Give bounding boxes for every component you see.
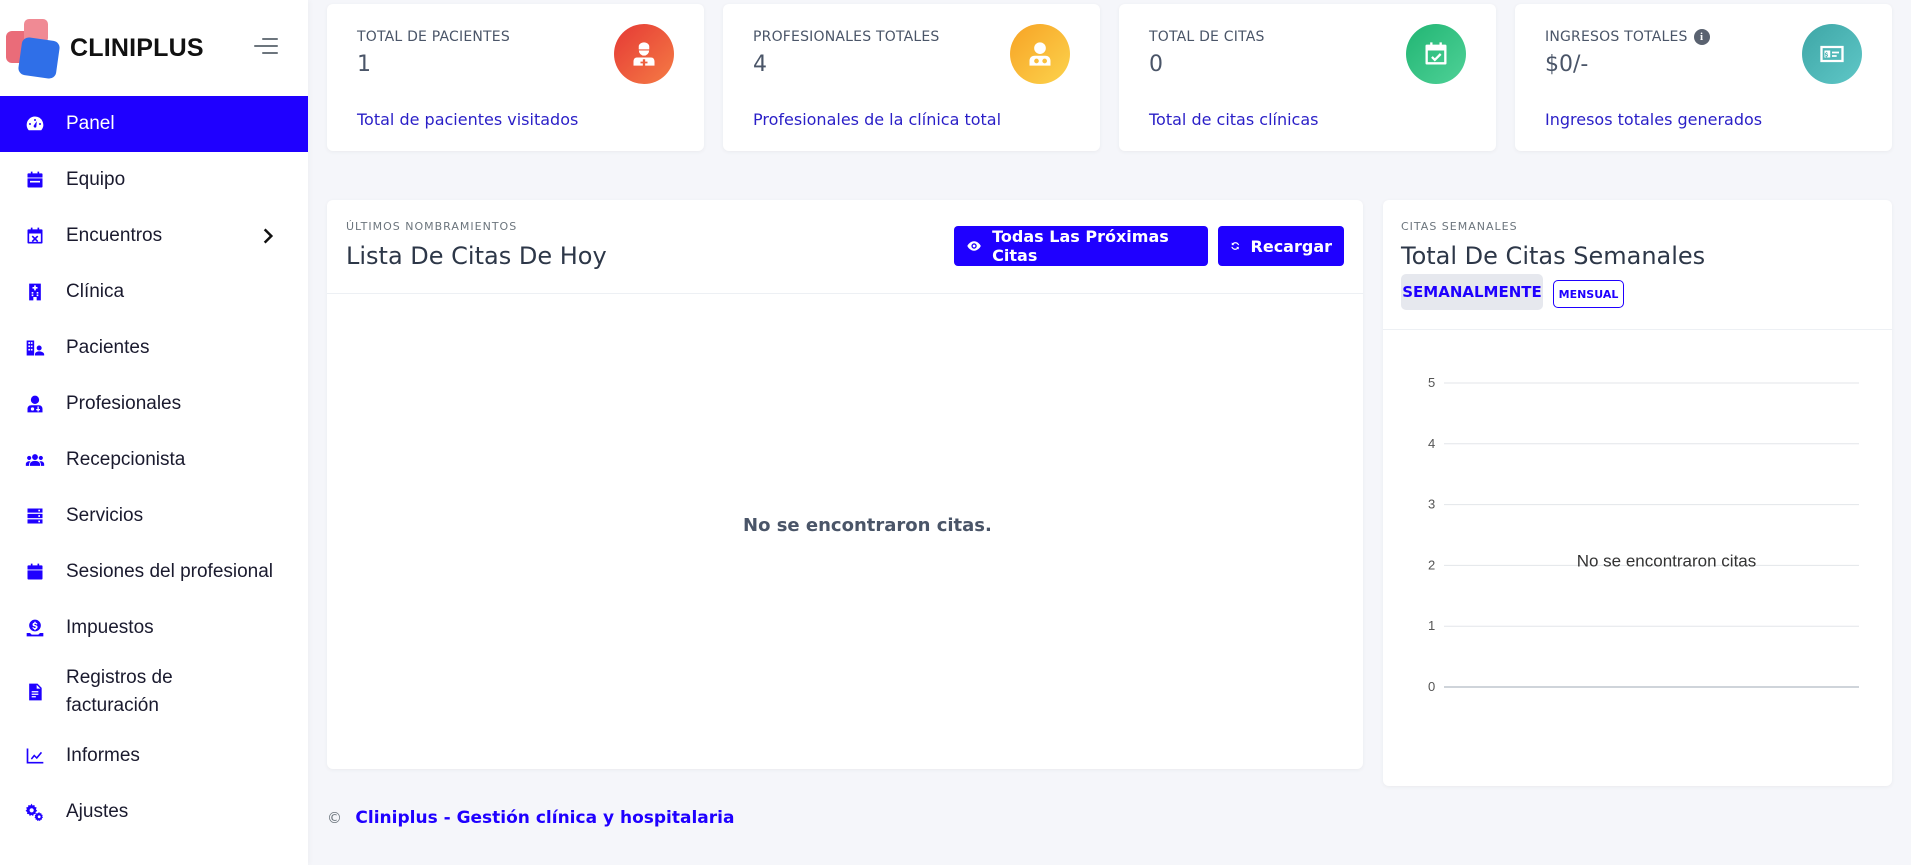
doctor-icon bbox=[1010, 24, 1070, 84]
stat-card-professionals: PROFESIONALES TOTALES 4 Profesionales de… bbox=[723, 4, 1100, 151]
tab-weekly[interactable]: SEMANALMENTE bbox=[1401, 274, 1543, 310]
tax-icon bbox=[24, 617, 46, 639]
panel-title: Total De Citas Semanales bbox=[1401, 242, 1706, 270]
sidebar-item-label: Equipo bbox=[66, 169, 126, 190]
server-icon bbox=[24, 505, 46, 527]
sidebar-item-label: Impuestos bbox=[66, 617, 154, 638]
chart-y-tick-label: 1 bbox=[1428, 618, 1435, 633]
hospital-icon bbox=[24, 281, 46, 303]
stat-card-patients: TOTAL DE PACIENTES 1 Total de pacientes … bbox=[327, 4, 704, 151]
stat-subtitle-link[interactable]: Total de citas clínicas bbox=[1149, 110, 1319, 129]
weekly-appointments-chart: 5 4 3 2 1 0 No se encontraron citas bbox=[1428, 375, 1859, 694]
stat-title-text: INGRESOS TOTALES bbox=[1545, 29, 1688, 45]
sidebar-item-recepcionista[interactable]: Recepcionista bbox=[0, 432, 308, 488]
sidebar-item-label: Profesionales bbox=[66, 393, 182, 414]
all-upcoming-appointments-button[interactable]: Todas Las Próximas Citas bbox=[954, 226, 1208, 266]
brand-logo-icon bbox=[6, 19, 64, 80]
brand: CLINIPLUS bbox=[0, 0, 308, 96]
chart-empty-message: No se encontraron citas bbox=[1577, 551, 1757, 570]
sidebar-item-label: Informes bbox=[66, 745, 140, 766]
footer-link[interactable]: Cliniplus - Gestión clínica y hospitalar… bbox=[355, 808, 734, 828]
stat-title: TOTAL DE CITAS bbox=[1149, 29, 1265, 45]
stat-value: $0/- bbox=[1545, 52, 1589, 77]
stat-card-revenue: INGRESOS TOTALES i $0/- Ingresos totales … bbox=[1515, 4, 1892, 151]
stat-value: 1 bbox=[357, 52, 371, 77]
chart-y-tick-label: 5 bbox=[1428, 375, 1435, 390]
dashboard-icon bbox=[24, 113, 46, 135]
info-icon[interactable]: i bbox=[1693, 29, 1710, 45]
calendar-icon bbox=[24, 169, 46, 191]
chart-line-icon bbox=[24, 745, 46, 767]
button-label: Recargar bbox=[1250, 236, 1332, 256]
patients-icon bbox=[24, 337, 46, 359]
panel-divider bbox=[1383, 329, 1892, 330]
sidebar-item-label: Servicios bbox=[66, 505, 144, 526]
sidebar-item-informes[interactable]: Informes bbox=[0, 728, 308, 784]
panel-eyebrow: ÚLTIMOS NOMBRAMIENTOS bbox=[346, 220, 518, 233]
menu-toggle-icon[interactable] bbox=[254, 38, 278, 56]
empty-appointments-message: No se encontraron citas. bbox=[743, 515, 992, 536]
refresh-icon bbox=[1231, 242, 1240, 250]
stat-title: INGRESOS TOTALES i bbox=[1545, 29, 1710, 45]
invoice-icon bbox=[24, 681, 46, 703]
sidebar-nav: Panel Equipo Encuentros Clínica Paciente… bbox=[0, 96, 308, 840]
sidebar-item-equipo[interactable]: Equipo bbox=[0, 152, 308, 208]
sidebar-item-label: Sesiones del profesional bbox=[66, 561, 274, 582]
users-icon bbox=[24, 449, 46, 471]
stat-subtitle-link[interactable]: Total de pacientes visitados bbox=[357, 110, 578, 129]
chart-y-tick-label: 2 bbox=[1428, 557, 1435, 572]
stat-value: 4 bbox=[753, 52, 767, 77]
sidebar-item-label: Pacientes bbox=[66, 337, 150, 358]
calendar-icon bbox=[24, 561, 46, 583]
reload-button[interactable]: Recargar bbox=[1218, 226, 1344, 266]
sidebar-item-label: Encuentros bbox=[66, 225, 163, 246]
chart-y-tick-label: 0 bbox=[1428, 679, 1435, 694]
stat-subtitle-link[interactable]: Profesionales de la clínica total bbox=[753, 110, 1001, 129]
calendar-x-icon bbox=[24, 225, 46, 247]
copyright-symbol: © bbox=[327, 809, 342, 827]
sidebar-item-label: Panel bbox=[66, 113, 115, 134]
money-icon bbox=[1802, 24, 1862, 84]
sidebar-item-facturacion[interactable]: Registros de facturación bbox=[0, 656, 308, 728]
sidebar-item-impuestos[interactable]: Impuestos bbox=[0, 600, 308, 656]
sidebar-item-label: Recepcionista bbox=[66, 449, 186, 470]
sidebar-item-clinica[interactable]: Clínica bbox=[0, 264, 308, 320]
sidebar-item-pacientes[interactable]: Pacientes bbox=[0, 320, 308, 376]
patient-icon bbox=[614, 24, 674, 84]
panel-eyebrow: CITAS SEMANALES bbox=[1401, 220, 1518, 233]
footer: © Cliniplus - Gestión clínica y hospital… bbox=[327, 808, 734, 828]
panel-title: Lista De Citas De Hoy bbox=[346, 242, 607, 270]
sidebar-item-label: Clínica bbox=[66, 281, 125, 302]
tab-monthly[interactable]: MENSUAL bbox=[1553, 280, 1624, 308]
gears-icon bbox=[24, 801, 46, 823]
stat-title: TOTAL DE PACIENTES bbox=[357, 29, 510, 45]
sidebar-item-label: Registros de facturación bbox=[66, 667, 173, 716]
brand-name: CLINIPLUS bbox=[70, 33, 204, 62]
doctor-icon bbox=[24, 393, 46, 415]
sidebar-item-profesionales[interactable]: Profesionales bbox=[0, 376, 308, 432]
sidebar-item-encuentros[interactable]: Encuentros bbox=[0, 208, 308, 264]
stat-card-appointments: TOTAL DE CITAS 0 Total de citas clínicas bbox=[1119, 4, 1496, 151]
sidebar-item-label: Ajustes bbox=[66, 801, 129, 822]
calendar-check-icon bbox=[1406, 24, 1466, 84]
stat-subtitle-link[interactable]: Ingresos totales generados bbox=[1545, 110, 1762, 129]
chart-y-tick-label: 3 bbox=[1428, 497, 1435, 512]
eye-icon bbox=[967, 241, 981, 251]
chevron-right-icon[interactable] bbox=[258, 226, 278, 246]
sidebar-item-sesiones[interactable]: Sesiones del profesional bbox=[0, 544, 308, 600]
appointments-panel: ÚLTIMOS NOMBRAMIENTOS Lista De Citas De … bbox=[327, 200, 1363, 769]
chart-y-tick-label: 4 bbox=[1428, 436, 1435, 451]
stat-value: 0 bbox=[1149, 52, 1163, 77]
sidebar-item-panel[interactable]: Panel bbox=[0, 96, 308, 152]
sidebar: CLINIPLUS Panel Equipo Encuentros Clínic… bbox=[0, 0, 308, 865]
button-label: Todas Las Próximas Citas bbox=[992, 227, 1169, 265]
panel-divider bbox=[327, 293, 1363, 294]
sidebar-item-servicios[interactable]: Servicios bbox=[0, 488, 308, 544]
stat-title: PROFESIONALES TOTALES bbox=[753, 29, 940, 45]
sidebar-item-ajustes[interactable]: Ajustes bbox=[0, 784, 308, 840]
